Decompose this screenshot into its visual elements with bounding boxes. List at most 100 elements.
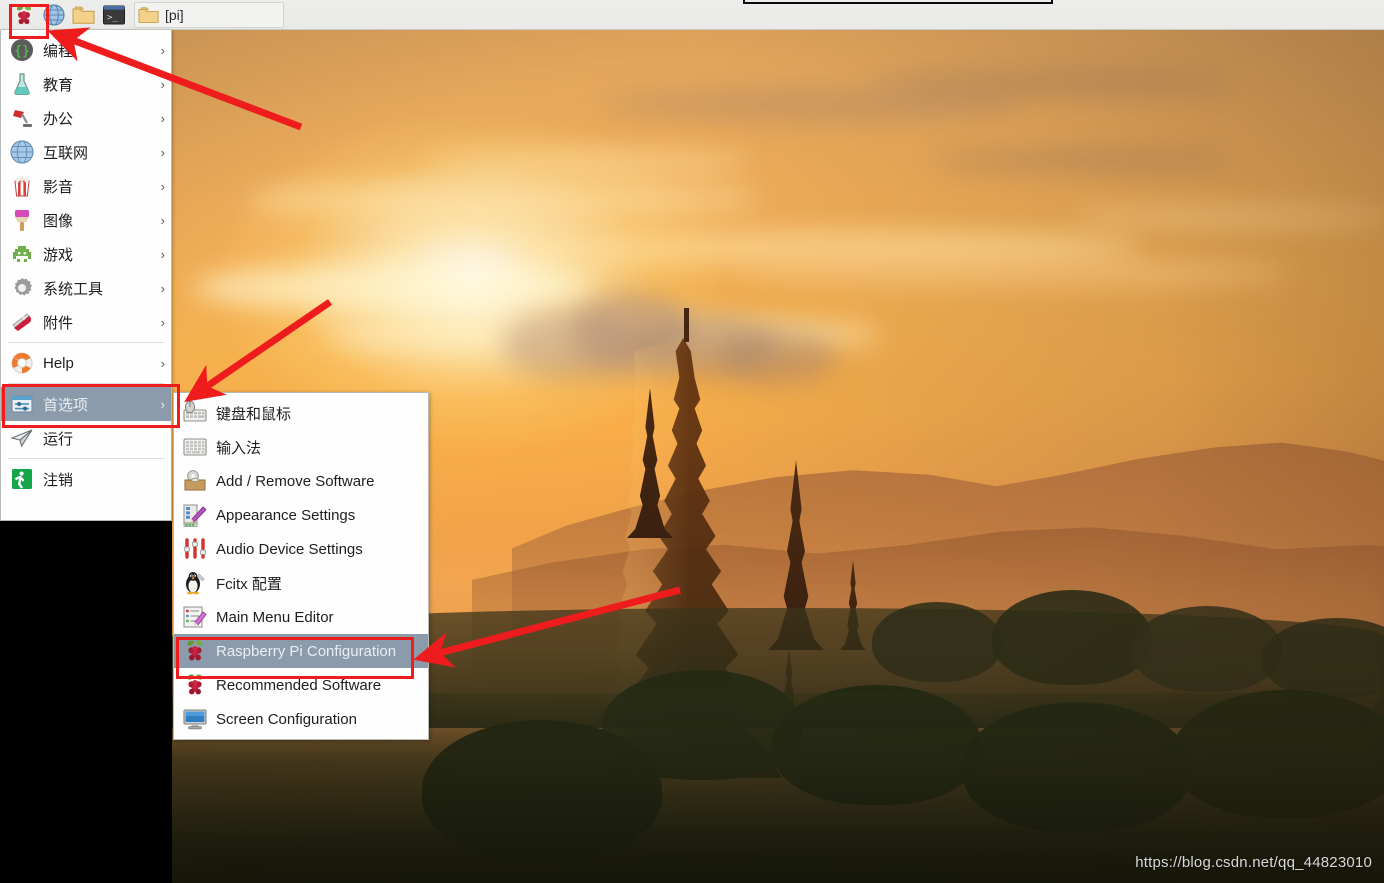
menu-separator: [8, 342, 164, 343]
submenu-item-fcitx-config[interactable]: Fcitx 配置: [174, 566, 428, 600]
submenu-item-label: Fcitx 配置: [216, 575, 282, 593]
submenu-item-label: Add / Remove Software: [216, 472, 375, 490]
menu-item-graphics[interactable]: 图像 ›: [1, 203, 171, 237]
monitor-icon: [182, 706, 208, 732]
submenu-item-raspberry-pi-configuration[interactable]: Raspberry Pi Configuration: [174, 634, 428, 668]
menu-item-programming[interactable]: {} 编程 ›: [1, 33, 171, 67]
submenu-item-label: Main Menu Editor: [216, 608, 334, 626]
menu-separator: [8, 383, 164, 384]
menu-item-label: 游戏: [43, 246, 74, 264]
raspberry-menu-button[interactable]: [9, 1, 38, 29]
audio-sliders-icon: [182, 536, 208, 562]
tree-1: [872, 602, 1002, 682]
chevron-right-icon: ›: [160, 280, 165, 296]
taskbar: >_ [pi]: [0, 0, 1384, 30]
submenu-item-audio-device-settings[interactable]: Audio Device Settings: [174, 532, 428, 566]
preferences-submenu: 键盘和鼠标 输入法 Add / Remove Software Appearan…: [173, 392, 429, 740]
gear-icon: [9, 275, 35, 301]
menu-item-label: Help: [43, 354, 74, 372]
menu-item-label: 附件: [43, 314, 74, 332]
submenu-item-add-remove-software[interactable]: Add / Remove Software: [174, 464, 428, 498]
cloud-7: [192, 265, 592, 311]
cloud-4: [242, 180, 762, 220]
submenu-item-label: Raspberry Pi Configuration: [216, 642, 397, 660]
submenu-item-label: 输入法: [216, 439, 262, 457]
menu-item-label: 教育: [43, 76, 74, 94]
file-manager-button[interactable]: [69, 1, 98, 29]
terminal-button[interactable]: >_: [99, 1, 128, 29]
chevron-right-icon: ›: [160, 396, 165, 412]
chevron-right-icon: ›: [160, 42, 165, 58]
taskbar-window-button-pi[interactable]: [pi]: [134, 1, 284, 28]
menu-item-games[interactable]: 游戏 ›: [1, 237, 171, 271]
paintbrush-icon: [9, 207, 35, 233]
menu-item-label: 图像: [43, 212, 74, 230]
submenu-item-label: Screen Configuration: [216, 710, 357, 728]
menu-item-office[interactable]: 办公 ›: [1, 101, 171, 135]
flask-icon: [9, 71, 35, 97]
main-application-menu: {} 编程 › 教育 › 办公 › 互联网 › 影音 › 图像 › 游戏 › 系…: [0, 30, 172, 521]
cloud-2: [872, 70, 1232, 96]
menu-item-label: 办公: [43, 110, 74, 128]
chevron-right-icon: ›: [160, 178, 165, 194]
menu-editor-pencil-icon: [182, 604, 208, 630]
chevron-right-icon: ›: [160, 355, 165, 371]
keyboard-mouse-icon: [182, 400, 208, 426]
folder-icon: [138, 6, 159, 23]
chevron-right-icon: ›: [160, 212, 165, 228]
menu-item-sound-video[interactable]: 影音 ›: [1, 169, 171, 203]
menu-separator: [8, 458, 164, 459]
submenu-item-screen-configuration[interactable]: Screen Configuration: [174, 702, 428, 736]
menu-item-accessories[interactable]: 附件 ›: [1, 305, 171, 339]
taskbar-window-label: [pi]: [165, 6, 184, 23]
submenu-item-label: Audio Device Settings: [216, 540, 363, 558]
submenu-item-label: Appearance Settings: [216, 506, 356, 524]
cloud-9: [1072, 205, 1384, 229]
background-window-edge: [743, 0, 1053, 4]
tree-3: [1132, 606, 1282, 692]
raspberry-icon: [182, 638, 208, 664]
submenu-item-appearance-settings[interactable]: Appearance Settings: [174, 498, 428, 532]
menu-item-label: 互联网: [43, 144, 89, 162]
input-method-icon: [182, 434, 208, 460]
menu-item-system-tools[interactable]: 系统工具 ›: [1, 271, 171, 305]
submenu-item-label: Recommended Software: [216, 676, 382, 694]
logout-person-icon: [9, 466, 35, 492]
chevron-right-icon: ›: [160, 246, 165, 262]
menu-item-help[interactable]: Help ›: [1, 346, 171, 380]
watermark: https://blog.csdn.net/qq_44823010: [1135, 854, 1372, 871]
submenu-item-keyboard-mouse[interactable]: 键盘和鼠标: [174, 396, 428, 430]
raspberry-icon: [182, 672, 208, 698]
desk-lamp-icon: [9, 105, 35, 131]
appearance-palette-icon: [182, 502, 208, 528]
svg-text:{}: {}: [14, 44, 30, 59]
lifebuoy-icon: [9, 350, 35, 376]
menu-item-label: 首选项: [43, 396, 89, 414]
submenu-item-input-method[interactable]: 输入法: [174, 430, 428, 464]
chevron-right-icon: ›: [160, 110, 165, 126]
desktop-screen: https://blog.csdn.net/qq_44823010 >_ [pi…: [0, 0, 1384, 883]
chevron-right-icon: ›: [160, 314, 165, 330]
web-browser-button[interactable]: [39, 1, 68, 29]
popcorn-icon: [9, 173, 35, 199]
menu-item-run[interactable]: 运行: [1, 421, 171, 455]
menu-item-label: 运行: [43, 430, 74, 448]
menu-item-education[interactable]: 教育 ›: [1, 67, 171, 101]
cumulus-4: [717, 330, 837, 384]
folder-icon: [72, 6, 94, 24]
menu-item-label: 编程: [43, 42, 74, 60]
preferences-sliders-icon: [9, 391, 35, 417]
menu-item-label: 注销: [43, 471, 74, 489]
paper-plane-icon: [9, 425, 35, 451]
globe-icon: [9, 139, 35, 165]
menu-item-internet[interactable]: 互联网 ›: [1, 135, 171, 169]
menu-item-label: 系统工具: [43, 280, 104, 298]
svg-text:>_: >_: [107, 13, 118, 23]
submenu-item-label: 键盘和鼠标: [216, 405, 292, 423]
menu-item-logout[interactable]: 注销: [1, 462, 171, 496]
submenu-item-recommended-software[interactable]: Recommended Software: [174, 668, 428, 702]
submenu-item-main-menu-editor[interactable]: Main Menu Editor: [174, 600, 428, 634]
code-braces-icon: {}: [9, 37, 35, 63]
menu-item-preferences[interactable]: 首选项 ›: [1, 387, 171, 421]
globe-icon: [42, 3, 65, 26]
